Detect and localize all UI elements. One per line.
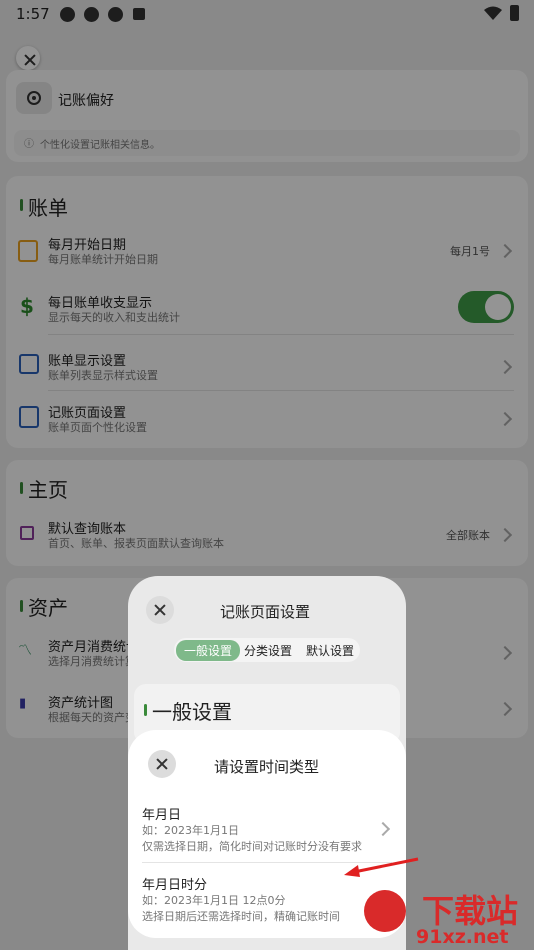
sheet-title: 记账页面设置 [220, 603, 311, 621]
option-title: 年月日 [142, 808, 182, 823]
tab-general[interactable]: 一般设置 [176, 640, 241, 661]
watermark: 下载站 91xz.net [362, 882, 534, 950]
pointer-arrow-icon [344, 857, 419, 877]
option-example: 如：2023年1月1日 [142, 824, 239, 837]
section-title: 一般设置 [152, 700, 232, 724]
sheet-title: 请设置时间类型 [214, 758, 320, 776]
tab-category[interactable]: 分类设置 [244, 642, 292, 659]
close-icon[interactable] [146, 596, 174, 624]
option-date[interactable]: 年月日 如：2023年1月1日 仅需选择日期，简化时间对记账时分没有要求 [128, 802, 406, 858]
option-desc: 仅需选择日期，简化时间对记账时分没有要求 [142, 840, 362, 853]
section-marker [144, 704, 147, 716]
tab-default[interactable]: 默认设置 [306, 642, 354, 659]
settings-tabs: 一般设置 分类设置 默认设置 [174, 638, 360, 662]
option-example: 如：2023年1月1日 12点0分 [142, 894, 286, 907]
watermark-url: 91xz.net [416, 926, 509, 948]
option-desc: 选择日期后还需选择时间，精确记账时间 [142, 910, 340, 923]
close-icon[interactable] [148, 750, 176, 778]
chevron-right-icon [375, 821, 391, 837]
watermark-logo [364, 890, 406, 932]
option-title: 年月日时分 [142, 878, 208, 893]
